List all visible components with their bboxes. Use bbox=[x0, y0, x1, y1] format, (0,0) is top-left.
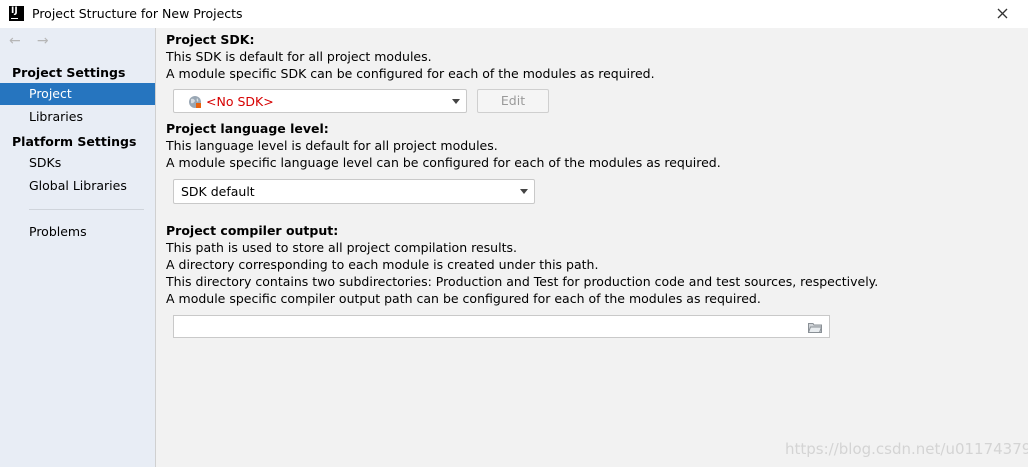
forward-arrow-icon[interactable]: → bbox=[37, 33, 53, 49]
sidebar-heading-project-settings: Project Settings bbox=[12, 65, 126, 80]
sidebar-item-global-libraries[interactable]: Global Libraries bbox=[0, 175, 155, 197]
sidebar-item-libraries[interactable]: Libraries bbox=[0, 106, 155, 128]
sidebar-item-sdks[interactable]: SDKs bbox=[0, 152, 155, 174]
edit-sdk-button[interactable]: Edit bbox=[477, 89, 549, 113]
language-level-value: SDK default bbox=[181, 184, 255, 199]
sidebar-item-problems[interactable]: Problems bbox=[0, 221, 155, 243]
sidebar: ← → Project Settings Project Libraries P… bbox=[0, 28, 156, 467]
close-icon bbox=[997, 8, 1007, 19]
language-level-desc: This language level is default for all p… bbox=[166, 138, 498, 153]
project-sdk-dropdown[interactable]: <No SDK> bbox=[173, 89, 467, 113]
project-sdk-desc: This SDK is default for all project modu… bbox=[166, 49, 432, 64]
chevron-down-icon bbox=[452, 99, 460, 104]
back-arrow-icon[interactable]: ← bbox=[9, 33, 25, 49]
compiler-output-desc: This path is used to store all project c… bbox=[166, 240, 517, 255]
project-sdk-desc: A module specific SDK can be configured … bbox=[166, 66, 655, 81]
sidebar-heading-platform-settings: Platform Settings bbox=[12, 134, 137, 149]
language-level-title: Project language level: bbox=[166, 121, 329, 136]
project-sdk-title: Project SDK: bbox=[166, 32, 255, 47]
compiler-output-desc: This directory contains two subdirectori… bbox=[166, 274, 879, 289]
chevron-down-icon bbox=[520, 189, 528, 194]
folder-icon[interactable] bbox=[808, 322, 822, 333]
language-level-desc: A module specific language level can be … bbox=[166, 155, 721, 170]
main-panel: Project SDK: This SDK is default for all… bbox=[156, 28, 1028, 467]
compiler-output-desc: A directory corresponding to each module… bbox=[166, 257, 599, 272]
nav-arrows: ← → bbox=[9, 33, 61, 49]
globe-icon bbox=[189, 96, 201, 108]
watermark: https://blog.csdn.net/u011743790 bbox=[785, 440, 1028, 458]
sidebar-divider bbox=[29, 209, 144, 210]
compiler-output-title: Project compiler output: bbox=[166, 223, 339, 238]
compiler-output-desc: A module specific compiler output path c… bbox=[166, 291, 761, 306]
language-level-dropdown[interactable]: SDK default bbox=[173, 179, 535, 204]
close-button[interactable] bbox=[990, 3, 1014, 25]
window-title: Project Structure for New Projects bbox=[32, 6, 243, 21]
project-sdk-value: <No SDK> bbox=[206, 94, 274, 109]
intellij-logo-icon: IJ bbox=[9, 6, 24, 21]
title-bar: IJ Project Structure for New Projects bbox=[0, 0, 1028, 28]
sidebar-item-project[interactable]: Project bbox=[0, 83, 155, 105]
compiler-output-path-input[interactable] bbox=[173, 315, 830, 338]
